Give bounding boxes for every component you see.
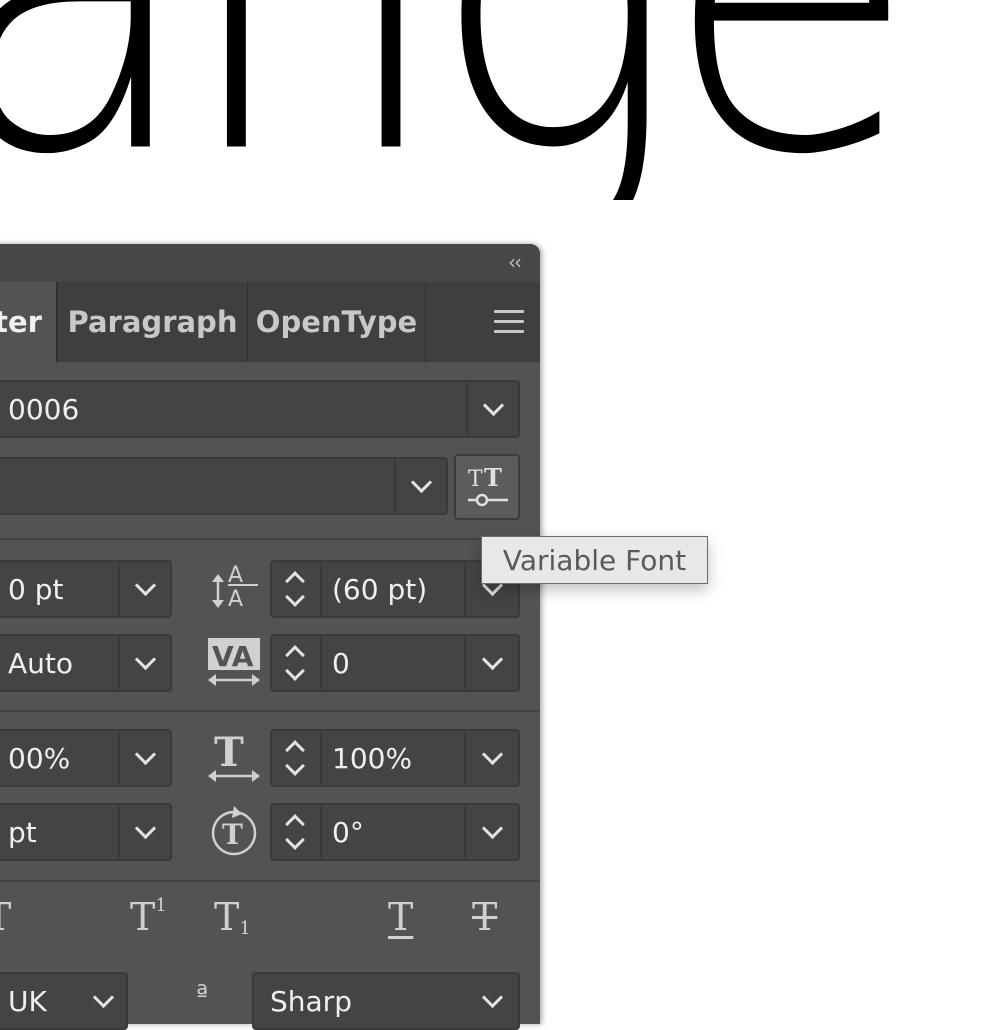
tab-paragraph[interactable]: Paragraph: [58, 282, 248, 362]
language-field[interactable]: UK: [0, 972, 128, 1030]
chevron-down-icon: [134, 574, 156, 596]
svg-text:T: T: [222, 818, 243, 851]
tracking-field[interactable]: 0: [320, 634, 520, 692]
svg-text:T: T: [468, 467, 483, 492]
chevron-down-icon: [481, 648, 503, 670]
tab-character-label: ter: [0, 305, 42, 339]
antialias-field[interactable]: Sharp: [252, 972, 520, 1030]
chevron-down-icon: [482, 394, 504, 416]
chevron-down-icon: [134, 817, 156, 839]
font-style-field[interactable]: [0, 457, 448, 515]
chevron-down-icon[interactable]: [285, 830, 305, 850]
chevron-down-icon[interactable]: [285, 661, 305, 681]
chevron-down-icon: [481, 743, 503, 765]
canvas-text-area: ange: [0, 0, 1000, 200]
superscript-icon[interactable]: T1: [130, 895, 167, 939]
rotation-dropdown[interactable]: [464, 805, 518, 859]
language-value: UK: [8, 984, 47, 1018]
font-family-dropdown[interactable]: [466, 382, 518, 436]
antialias-icon: ª: [196, 980, 209, 1010]
font-size-value: 0 pt: [8, 572, 64, 606]
double-chevron-left-icon[interactable]: ‹‹: [508, 250, 522, 274]
horizontal-scale-dropdown[interactable]: [464, 731, 518, 785]
variable-font-icon: T T: [468, 463, 508, 507]
tracking-icon: VA: [208, 638, 260, 686]
canvas-word: ange: [0, 0, 920, 200]
divider: [0, 880, 540, 882]
chevron-down-icon: [481, 817, 503, 839]
rotation-value: 0°: [332, 815, 364, 849]
font-size-dropdown[interactable]: [118, 562, 170, 616]
chevron-down-icon: [92, 986, 114, 1008]
kerning-field[interactable]: Auto: [0, 634, 172, 692]
leading-stepper[interactable]: [270, 560, 322, 618]
svg-text:T: T: [484, 463, 502, 492]
font-family-value: 0006: [8, 392, 80, 426]
vertical-scale-dropdown[interactable]: [118, 731, 170, 785]
character-rotation-icon: T: [211, 806, 257, 856]
hamburger-menu-icon[interactable]: [494, 310, 524, 340]
chevron-down-icon: [481, 986, 503, 1008]
panel-header: ‹‹: [0, 244, 540, 282]
chevron-down-icon[interactable]: [285, 756, 305, 776]
rotation-field[interactable]: 0°: [320, 803, 520, 861]
svg-text:A: A: [228, 587, 243, 612]
horizontal-scale-icon: T: [208, 729, 260, 782]
small-caps-icon[interactable]: T: [0, 895, 11, 939]
divider: [0, 538, 540, 540]
baseline-shift-value: pt: [8, 815, 37, 849]
variable-font-button[interactable]: T T: [454, 454, 520, 520]
horizontal-scale-stepper[interactable]: [270, 729, 322, 787]
baseline-shift-field[interactable]: pt: [0, 803, 172, 861]
kerning-value: Auto: [8, 646, 74, 680]
panel-tab-bar: ter Paragraph OpenType: [0, 282, 540, 362]
tooltip-text: Variable Font: [502, 543, 687, 577]
tracking-dropdown[interactable]: [464, 636, 518, 690]
leading-value: (60 pt): [332, 572, 428, 606]
tracking-stepper[interactable]: [270, 634, 322, 692]
variable-font-tooltip: Variable Font: [481, 536, 708, 584]
chevron-down-icon: [134, 648, 156, 670]
tab-opentype[interactable]: OpenType: [248, 282, 426, 362]
subscript-icon[interactable]: T1: [214, 895, 251, 939]
tracking-value: 0: [332, 646, 350, 680]
chevron-down-icon: [410, 471, 432, 493]
baseline-shift-dropdown[interactable]: [118, 805, 170, 859]
rotation-stepper[interactable]: [270, 803, 322, 861]
antialias-dropdown[interactable]: [466, 974, 518, 1028]
tab-opentype-label: OpenType: [255, 305, 418, 339]
svg-text:T: T: [214, 729, 244, 776]
chevron-down-icon: [134, 743, 156, 765]
horizontal-scale-field[interactable]: 100%: [320, 729, 520, 787]
chevron-down-icon[interactable]: [285, 587, 305, 607]
font-size-field[interactable]: 0 pt: [0, 560, 172, 618]
antialias-value: Sharp: [270, 984, 352, 1018]
language-dropdown[interactable]: [80, 974, 126, 1028]
leading-icon: A A: [212, 563, 258, 612]
divider: [0, 710, 540, 712]
vertical-scale-value: 00%: [8, 741, 71, 775]
tab-character[interactable]: ter: [0, 282, 58, 362]
kerning-dropdown[interactable]: [118, 636, 170, 690]
svg-text:VA: VA: [212, 640, 254, 673]
font-style-dropdown[interactable]: [394, 459, 446, 513]
underline-icon[interactable]: T: [388, 895, 413, 939]
horizontal-scale-value: 100%: [332, 741, 413, 775]
tab-paragraph-label: Paragraph: [67, 305, 238, 339]
font-family-field[interactable]: 0006: [0, 380, 520, 438]
strikethrough-icon[interactable]: T: [472, 895, 497, 939]
vertical-scale-field[interactable]: 00%: [0, 729, 172, 787]
